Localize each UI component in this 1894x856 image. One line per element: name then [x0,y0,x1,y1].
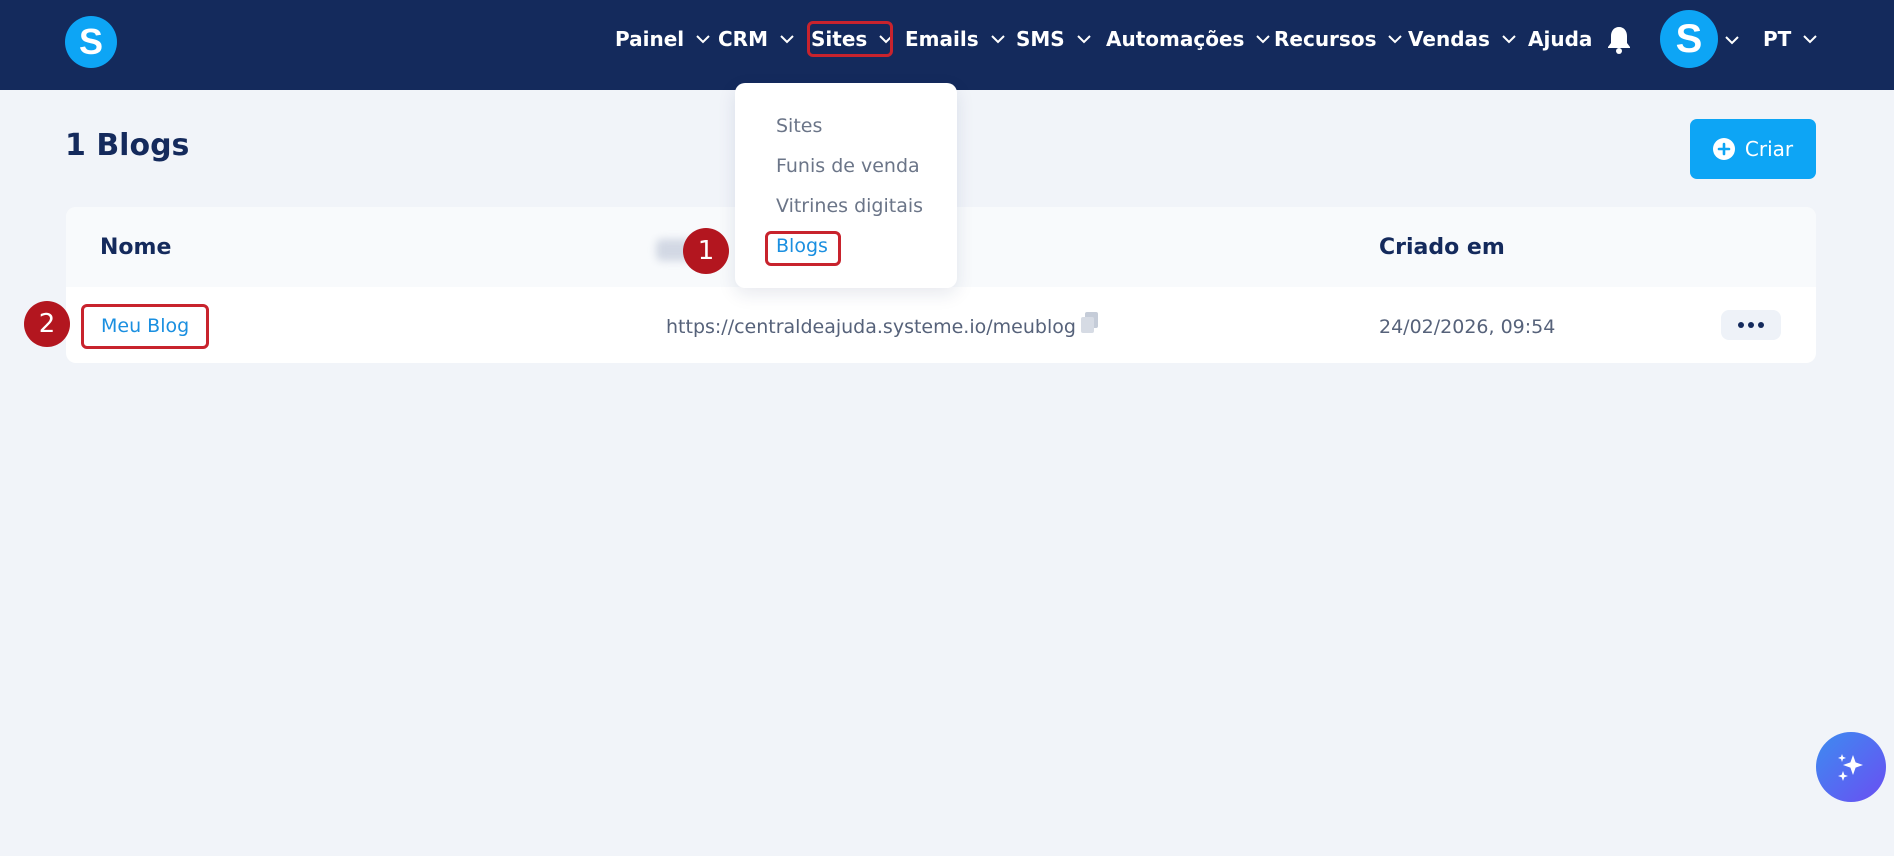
nav-sms[interactable]: SMS [1016,24,1091,54]
sites-highlight-box [807,21,893,57]
copy-icon[interactable] [1080,311,1100,335]
blog-created-date: 24/02/2026, 09:54 [1379,316,1556,338]
chevron-down-icon [1388,34,1403,44]
blog-url: https://centraldeajuda.systeme.io/meublo… [666,316,1076,338]
sparkles-icon [1838,754,1863,781]
meu-blog-highlight-box [81,304,209,349]
column-header-created: Criado em [1379,235,1505,260]
column-header-name: Nome [100,235,172,260]
dropdown-item-funis[interactable]: Funis de venda [776,155,920,177]
language-selector[interactable]: PT [1763,24,1818,54]
chevron-down-icon [1256,34,1271,44]
nav-crm[interactable]: CRM [718,24,794,54]
systeme-logo[interactable]: S [65,16,117,68]
chevron-down-icon[interactable] [1725,30,1739,49]
nav-vendas[interactable]: Vendas [1408,24,1516,54]
top-navbar: S Painel CRM Sites Emails SMS Automações… [0,0,1894,90]
dropdown-item-vitrines[interactable]: Vitrines digitais [776,195,923,217]
nav-ajuda[interactable]: Ajuda [1528,24,1592,54]
dropdown-item-sites[interactable]: Sites [776,115,822,137]
chevron-down-icon [990,34,1005,44]
blogs-highlight-box [765,231,841,266]
chevron-down-icon [1502,34,1516,44]
nav-recursos[interactable]: Recursos [1274,24,1403,54]
create-button[interactable]: Criar [1690,119,1816,179]
chevron-down-icon [1077,34,1091,44]
step-badge-1: 1 [683,228,729,274]
chevron-down-icon [1803,34,1818,44]
sites-dropdown-menu: Sites Funis de venda Vitrines digitais B… [735,83,957,288]
user-avatar[interactable]: S [1660,10,1718,68]
chevron-down-icon [696,34,710,44]
bell-icon[interactable] [1605,25,1633,55]
nav-automacoes[interactable]: Automações [1106,24,1271,54]
chevron-down-icon [780,34,794,44]
plus-circle-icon [1712,138,1735,160]
nav-emails[interactable]: Emails [905,24,1005,54]
page-title: 1 Blogs [65,128,190,163]
nav-painel[interactable]: Painel [615,24,710,54]
ai-assistant-button[interactable] [1816,732,1886,802]
more-options-button[interactable] [1721,310,1781,340]
step-badge-2: 2 [24,301,70,347]
